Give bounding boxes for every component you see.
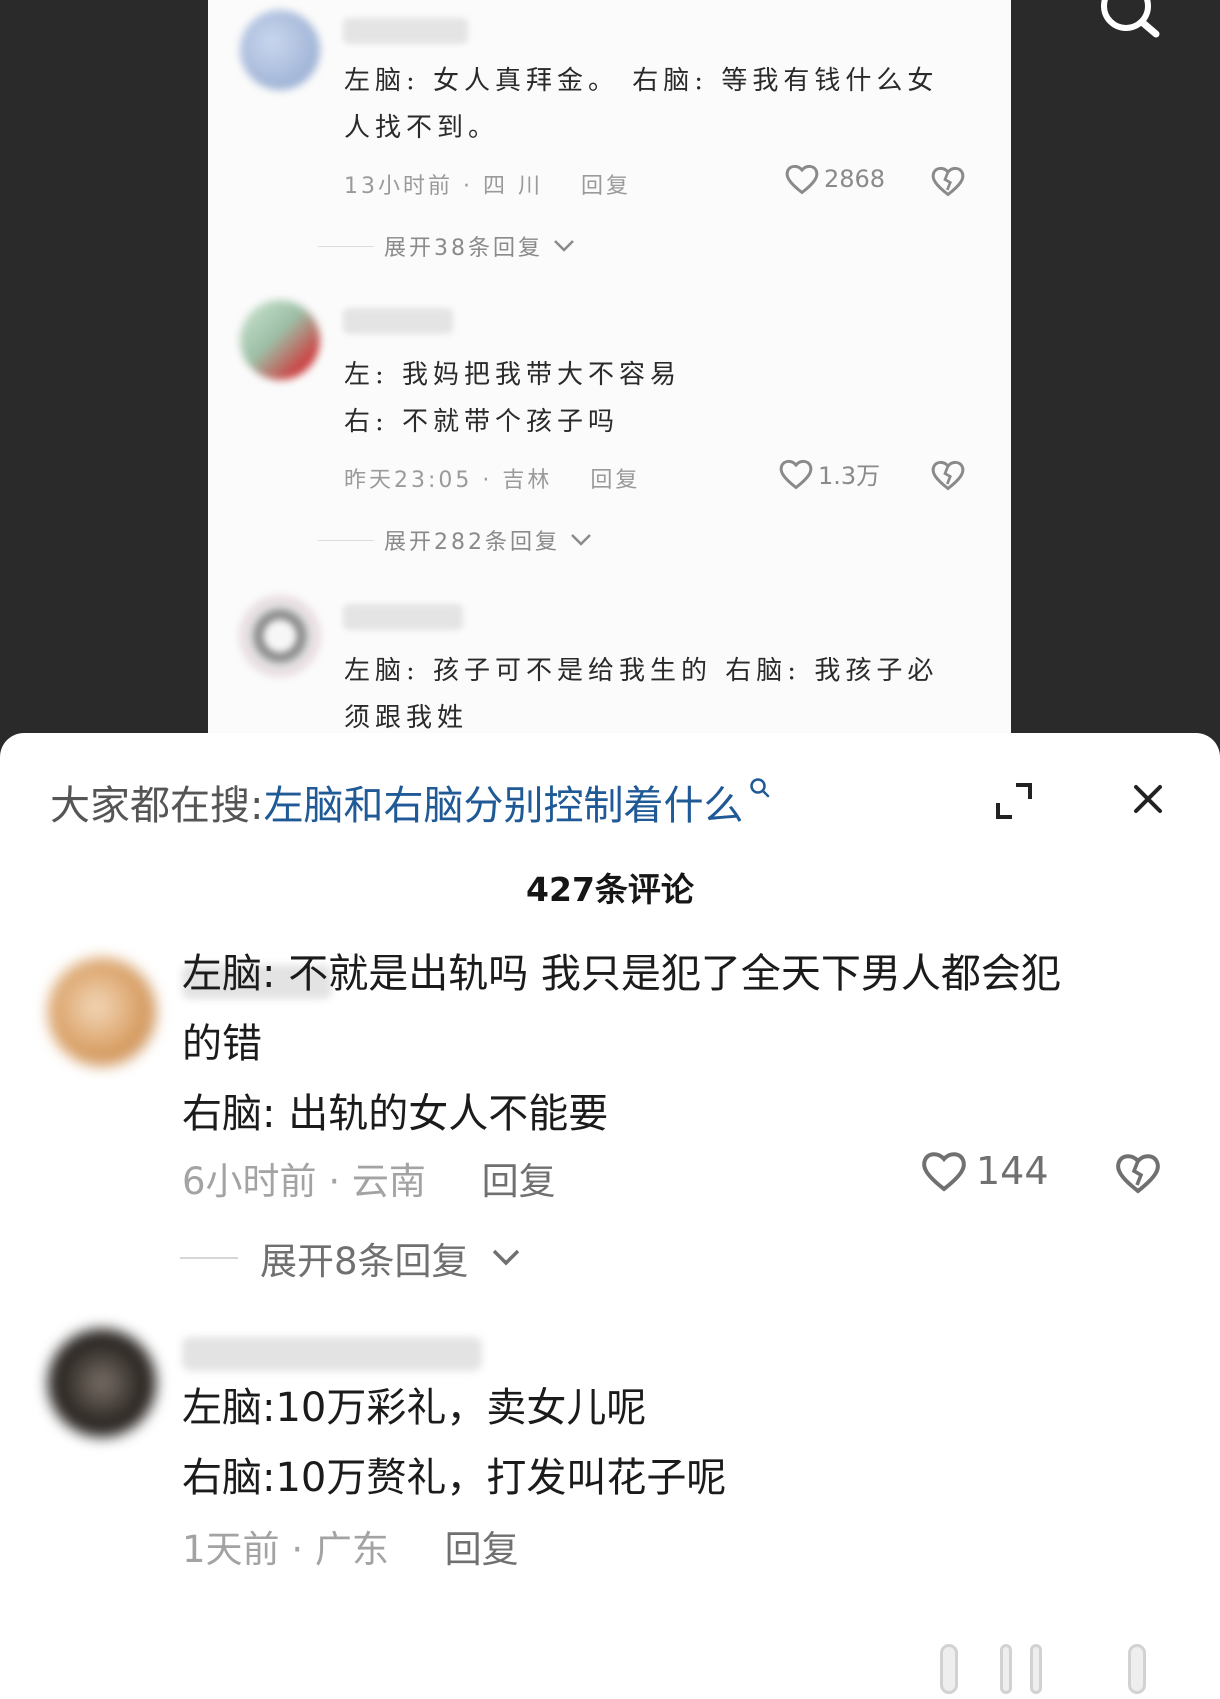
reply-button[interactable]: 回复	[482, 1160, 556, 1203]
reply-button[interactable]: 回复	[445, 1528, 519, 1571]
username-blurred[interactable]	[343, 18, 468, 44]
comments-sheet: 大家都在搜: 左脑和右脑分别控制着什么 427条评论 左脑: 不就是出轨吗 我只…	[0, 733, 1220, 1699]
chevron-down-icon	[554, 240, 574, 252]
comment-text: 左脑: 不就是出轨吗 我只是犯了全天下男人都会犯 的错 右脑: 出轨的女人不能要	[182, 951, 1061, 1137]
like-button[interactable]: 1.3万	[778, 456, 880, 491]
comment-location: 广东	[314, 1528, 389, 1571]
broken-heart-icon[interactable]	[930, 164, 966, 198]
comment-text: 左: 我妈把我带大不容易 右: 不就带个孩子吗	[344, 360, 682, 437]
embedded-comment-screenshot: 左脑: 女人真拜金。 右脑: 等我有钱什么女 人找不到。 13小时前 · 四 川…	[208, 0, 1011, 740]
username-blurred[interactable]	[343, 308, 453, 334]
comment-count: 427条评论	[526, 870, 694, 909]
avatar[interactable]	[240, 300, 320, 380]
divider	[318, 539, 374, 541]
broken-heart-icon[interactable]	[1114, 1151, 1162, 1195]
comment-meta: 6小时前 · 云南 回复	[182, 1151, 556, 1205]
comment-text: 左脑: 孩子可不是给我生的 右脑: 我孩子必 须跟我姓	[344, 656, 939, 733]
comment-text: 左脑: 女人真拜金。 右脑: 等我有钱什么女 人找不到。	[344, 66, 939, 143]
reply-button[interactable]: 回复	[590, 468, 640, 493]
broken-heart-icon[interactable]	[930, 458, 966, 492]
comment-time: 6小时前	[182, 1160, 317, 1203]
like-count: 1.3万	[818, 462, 881, 490]
hot-search-bar[interactable]: 大家都在搜: 左脑和右脑分别控制着什么	[50, 773, 771, 831]
like-count: 2868	[824, 165, 886, 193]
comment-meta: 昨天23:05 · 吉林 回复	[344, 462, 640, 494]
like-button[interactable]: 2868	[784, 162, 885, 196]
avatar[interactable]	[240, 596, 320, 676]
meta-separator: ·	[328, 1160, 352, 1203]
like-count: 144	[976, 1149, 1049, 1193]
avatar[interactable]	[48, 958, 156, 1066]
gesture-bar	[1128, 1644, 1146, 1694]
username-blurred[interactable]	[343, 604, 463, 630]
expand-replies-button[interactable]: 展开8条回复	[180, 1231, 521, 1285]
divider	[180, 1257, 238, 1259]
comment-text: 左脑:10万彩礼，卖女儿呢 右脑:10万赘礼，打发叫花子呢	[182, 1385, 727, 1501]
expand-label: 展开38条回复	[384, 236, 543, 261]
expand-label: 展开8条回复	[260, 1240, 469, 1283]
hot-search-prefix: 大家都在搜:	[50, 783, 264, 829]
heart-icon	[785, 164, 819, 195]
comment-location: 云南	[351, 1160, 426, 1203]
heart-icon	[779, 459, 813, 489]
like-button[interactable]: 144	[920, 1149, 1049, 1193]
gesture-bar	[1030, 1644, 1042, 1694]
chevron-down-icon	[492, 1249, 519, 1266]
expand-replies-button[interactable]: 展开282条回复	[318, 524, 592, 556]
search-icon[interactable]	[1090, 0, 1170, 44]
expand-icon[interactable]	[994, 781, 1034, 821]
gesture-bar	[1000, 1644, 1012, 1694]
expand-replies-button[interactable]: 展开38条回复	[318, 230, 575, 262]
time-location: 13小时前 · 四 川	[344, 174, 543, 199]
magnifier-icon	[750, 778, 770, 798]
comment-meta: 13小时前 · 四 川 回复	[344, 168, 631, 200]
avatar[interactable]	[240, 10, 320, 90]
heart-icon	[922, 1152, 966, 1192]
comment-meta: 1天前 · 广东 回复	[182, 1519, 519, 1573]
time-location: 昨天23:05 · 吉林	[344, 468, 553, 493]
divider	[318, 245, 374, 247]
meta-separator: ·	[291, 1528, 315, 1571]
gesture-bar	[940, 1644, 958, 1694]
avatar[interactable]	[48, 1329, 156, 1437]
expand-label: 展开282条回复	[384, 530, 560, 555]
close-icon[interactable]	[1128, 779, 1168, 819]
chevron-down-icon	[571, 534, 591, 546]
hot-search-query[interactable]: 左脑和右脑分别控制着什么	[263, 773, 743, 831]
reply-button[interactable]: 回复	[581, 174, 631, 199]
comment-time: 1天前	[182, 1528, 280, 1571]
username-blurred[interactable]	[182, 1337, 482, 1371]
